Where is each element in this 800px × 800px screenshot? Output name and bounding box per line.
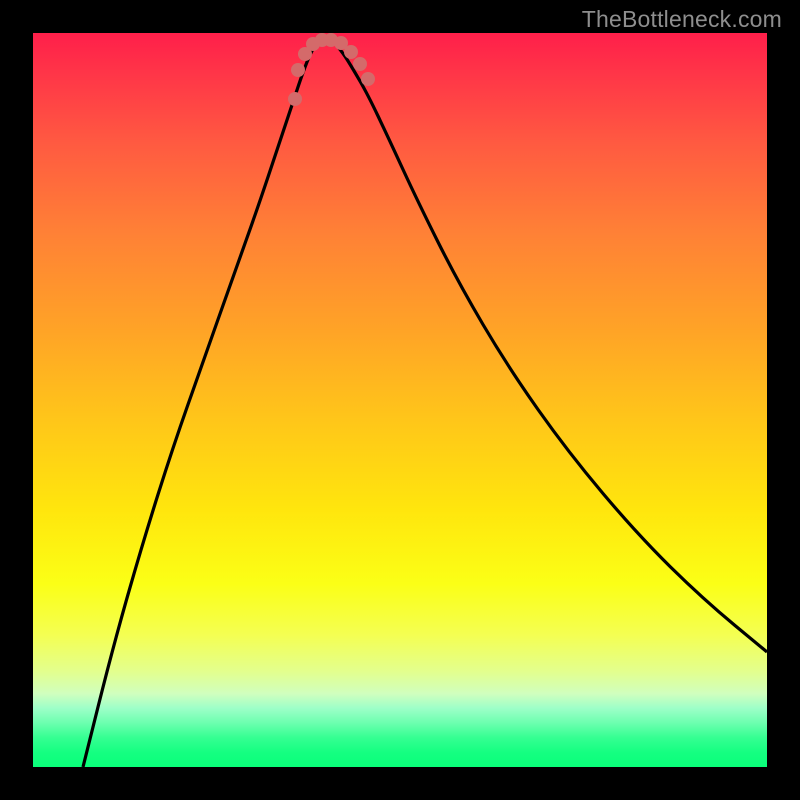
marker-dot <box>291 63 305 77</box>
marker-dot <box>361 72 375 86</box>
watermark-text: TheBottleneck.com <box>582 6 782 33</box>
bottleneck-curve <box>83 38 767 767</box>
marker-dot <box>344 45 358 59</box>
optimal-region-dots <box>288 33 375 106</box>
curve-layer <box>33 33 767 767</box>
marker-dot <box>288 92 302 106</box>
chart-frame: TheBottleneck.com <box>0 0 800 800</box>
plot-area <box>33 33 767 767</box>
marker-dot <box>353 57 367 71</box>
